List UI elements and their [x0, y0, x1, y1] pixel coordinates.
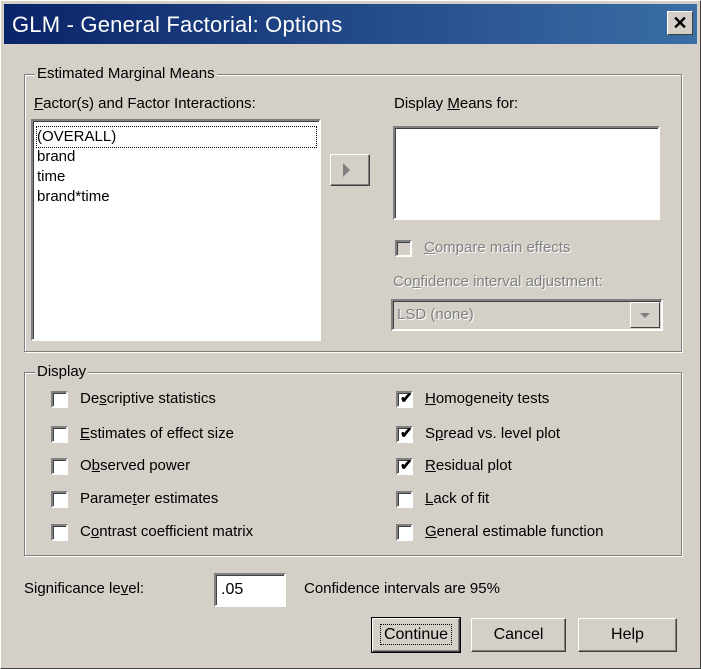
lack-of-fit-checkbox[interactable] [396, 491, 413, 508]
compare-main-effects-label: Compare main effects [424, 239, 571, 256]
effect-size-label: Estimates of effect size [80, 425, 234, 442]
ci-adjustment-dropdown[interactable]: LSD (none) [391, 299, 663, 331]
help-button[interactable]: Help [578, 618, 677, 652]
list-item[interactable]: time [37, 167, 65, 187]
checkmark-icon: ✔ [400, 457, 413, 474]
list-item[interactable]: brand*time [37, 187, 110, 207]
factors-label: Factor(s) and Factor Interactions: [34, 95, 256, 112]
descriptive-statistics-checkbox[interactable] [51, 391, 68, 408]
lack-of-fit-label: Lack of fit [425, 490, 490, 507]
list-item[interactable]: (OVERALL) [36, 126, 317, 148]
significance-level-label: Significance level: [24, 580, 145, 597]
observed-power-checkbox[interactable] [51, 458, 68, 475]
factors-listbox[interactable]: (OVERALL) brand time brand*time [31, 119, 321, 341]
homogeneity-tests-label: Homogeneity tests [425, 390, 550, 407]
descriptive-statistics-label: Descriptive statistics [80, 390, 216, 407]
general-estimable-function-label: General estimable function [425, 523, 604, 540]
list-item[interactable]: brand [37, 147, 75, 167]
chevron-down-icon [640, 313, 650, 318]
contrast-coefficient-label: Contrast coefficient matrix [80, 523, 254, 540]
right-arrow-icon [343, 163, 350, 177]
general-estimable-function-checkbox[interactable] [396, 524, 413, 541]
group-label-emm: Estimated Marginal Means [35, 65, 217, 82]
close-button[interactable]: ✕ [667, 11, 693, 35]
checkmark-icon: ✔ [400, 390, 413, 407]
confidence-interval-note: Confidence intervals are 95% [304, 580, 500, 597]
window-title: GLM - General Factorial: Options [12, 12, 343, 37]
ci-adjustment-label: Confidence interval adjustment: [393, 273, 604, 290]
dropdown-button[interactable] [630, 302, 660, 328]
display-means-label: Display Means for: [394, 95, 519, 112]
residual-plot-checkbox[interactable]: ✔ [396, 457, 413, 475]
homogeneity-tests-checkbox[interactable]: ✔ [396, 390, 413, 408]
continue-button[interactable]: Continue [371, 617, 461, 653]
checkmark-icon: ✔ [400, 425, 413, 442]
significance-level-input[interactable]: .05 [214, 573, 286, 607]
parameter-estimates-checkbox[interactable] [51, 491, 68, 508]
display-means-listbox[interactable] [393, 126, 660, 220]
spread-vs-level-checkbox[interactable]: ✔ [396, 425, 413, 443]
options-dialog: GLM - General Factorial: Options ✕ Estim… [0, 0, 701, 669]
cancel-button[interactable]: Cancel [471, 618, 566, 652]
parameter-estimates-label: Parameter estimates [80, 490, 219, 507]
contrast-coefficient-checkbox[interactable] [51, 524, 68, 541]
move-to-display-means-button[interactable] [330, 154, 370, 186]
ci-adjustment-value: LSD (none) [397, 306, 474, 323]
group-label-display: Display [35, 363, 89, 380]
effect-size-checkbox[interactable] [51, 426, 68, 443]
residual-plot-label: Residual plot [425, 457, 512, 474]
spread-vs-level-label: Spread vs. level plot [425, 425, 561, 442]
compare-main-effects-checkbox[interactable] [395, 240, 412, 257]
title-bar[interactable]: GLM - General Factorial: Options ✕ [4, 4, 697, 44]
observed-power-label: Observed power [80, 457, 191, 474]
